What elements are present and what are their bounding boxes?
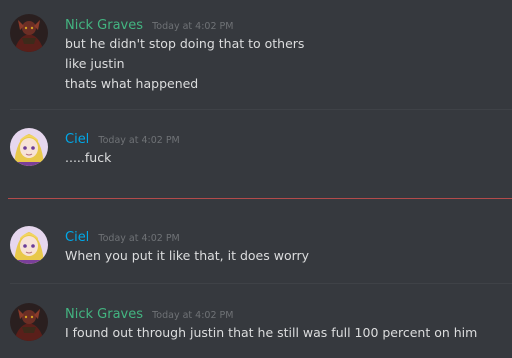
message-line: When you put it like that, it does worry [65,248,310,263]
timestamp: Today at 4:02 PM [98,135,180,146]
message-content: When you put it like that, it does worry [65,246,309,266]
timestamp: Today at 4:02 PM [98,233,180,244]
chat-message-list: Nick Graves Today at 4:02 PM but he didn… [0,0,512,358]
message-header: Nick Graves Today at 4:02 PM [65,303,233,322]
username[interactable]: Nick Graves [65,307,143,322]
message-header: Nick Graves Today at 4:02 PM [65,14,233,33]
message-header: Ciel Today at 4:02 PM [65,128,180,147]
message-content: I found out through justin that he still… [65,323,477,343]
message-content: .....fuck [65,148,111,168]
avatar[interactable] [10,226,48,264]
username[interactable]: Ciel [65,230,89,245]
timestamp: Today at 4:02 PM [152,310,234,321]
message-line: but he didn't stop doing that to others [65,36,305,51]
message-divider [10,283,512,284]
timestamp: Today at 4:02 PM [152,21,234,32]
new-messages-divider [8,198,512,199]
message-group: Ciel Today at 4:02 PM When you put it li… [0,226,512,270]
avatar[interactable] [10,303,48,341]
message-header: Ciel Today at 4:02 PM [65,226,180,245]
message-line: I found out through justin that he still… [65,325,478,340]
message-group: Nick Graves Today at 4:02 PM I found out… [0,303,512,347]
message-line: .....fuck [65,150,112,165]
message-divider [10,109,512,110]
message-group: Ciel Today at 4:02 PM .....fuck [0,128,512,172]
message-group: Nick Graves Today at 4:02 PM but he didn… [0,14,512,94]
message-line: thats what happened [65,76,199,91]
avatar[interactable] [10,128,48,166]
message-content: but he didn't stop doing that to others … [65,34,304,94]
avatar[interactable] [10,14,48,52]
message-line: like justin [65,56,125,71]
username[interactable]: Ciel [65,132,89,147]
username[interactable]: Nick Graves [65,18,143,33]
